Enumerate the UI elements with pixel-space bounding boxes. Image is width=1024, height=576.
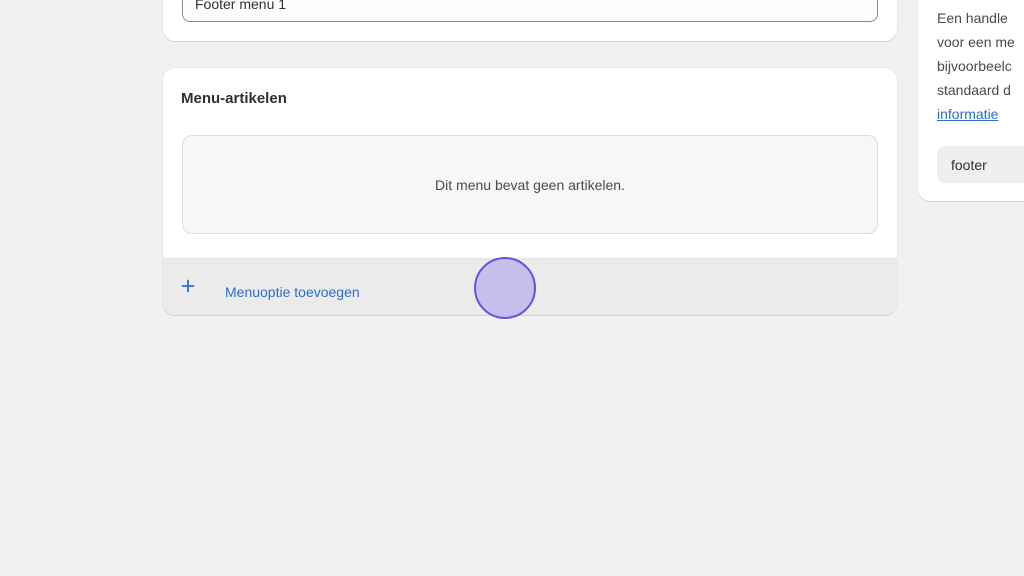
empty-state-message: Dit menu bevat geen artikelen. xyxy=(435,176,625,193)
handle-description: Een handle voor een me bijvoorbeelc stan… xyxy=(937,6,1024,126)
more-info-link[interactable]: informatie xyxy=(937,102,1024,126)
add-menu-item-label[interactable]: Menuoptie toevoegen xyxy=(225,284,360,300)
add-menu-item-button[interactable]: Menuoptie toevoegen xyxy=(163,258,897,315)
menu-items-card: Menu-artikelen Dit menu bevat geen artik… xyxy=(163,68,897,315)
empty-state: Dit menu bevat geen artikelen. xyxy=(182,135,878,234)
handle-description-line: bijvoorbeelc xyxy=(937,58,1012,74)
handle-input[interactable] xyxy=(937,146,1024,183)
menu-items-heading: Menu-artikelen xyxy=(181,90,287,107)
handle-description-line: voor een me xyxy=(937,34,1015,50)
handle-description-line: Een handle xyxy=(937,10,1008,26)
menu-title-input[interactable] xyxy=(182,0,878,22)
page: Menu-artikelen Dit menu bevat geen artik… xyxy=(0,0,1024,576)
handle-card: Een handle voor een me bijvoorbeelc stan… xyxy=(918,0,1024,201)
plus-icon xyxy=(181,279,195,293)
handle-description-line: standaard d xyxy=(937,82,1011,98)
